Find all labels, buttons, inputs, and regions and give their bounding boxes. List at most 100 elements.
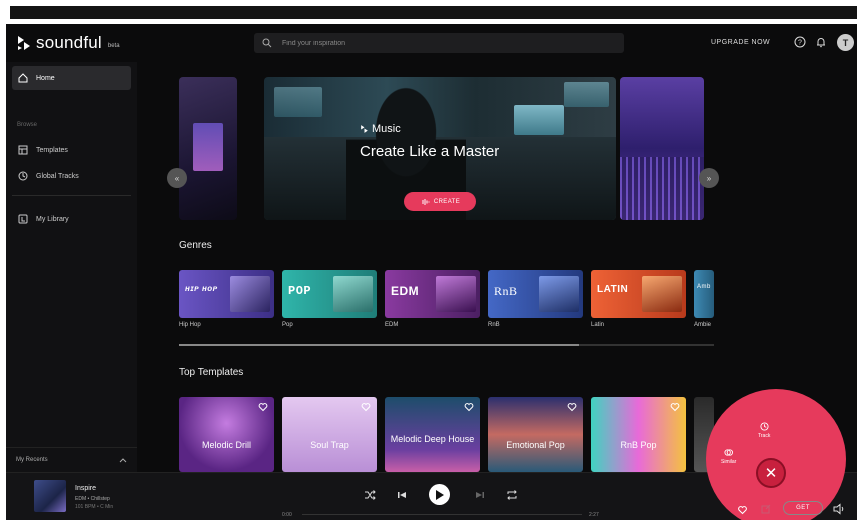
- genre-label: Hip Hop: [179, 322, 201, 328]
- genre-card-word: LATIN: [597, 284, 629, 295]
- search-icon: [262, 38, 272, 48]
- carousel-next-button[interactable]: »: [699, 168, 719, 188]
- hero-banner[interactable]: Music Create Like a Master CREATE: [264, 77, 616, 220]
- template-label: Soul Trap: [310, 440, 349, 450]
- notification-bell-icon[interactable]: [815, 36, 827, 48]
- template-label: Melodic Deep House: [390, 434, 475, 444]
- upgrade-now-button[interactable]: UPGRADE NOW: [711, 39, 770, 46]
- genre-card-pop[interactable]: POP: [282, 270, 377, 318]
- template-card-soul-trap[interactable]: Soul Trap: [282, 397, 377, 472]
- volume-icon[interactable]: [833, 503, 845, 515]
- get-button[interactable]: GET: [783, 501, 823, 515]
- heart-icon[interactable]: [670, 402, 680, 412]
- global-icon: [18, 171, 28, 181]
- app-header: soundful beta UPGRADE NOW ? T: [6, 24, 857, 62]
- create-similar-label: Similar: [721, 459, 737, 465]
- template-card-melodic-deep-house[interactable]: Melodic Deep House: [385, 397, 480, 472]
- genre-card-word: POP: [288, 284, 312, 298]
- heart-icon[interactable]: [464, 402, 474, 412]
- my-recents-toggle[interactable]: My Recents: [6, 447, 137, 472]
- browser-top-strip: [10, 6, 857, 19]
- hero-monitor: [564, 82, 609, 107]
- create-button[interactable]: CREATE: [404, 192, 476, 211]
- my-recents-label: My Recents: [16, 457, 48, 463]
- genres-heading: Genres: [179, 240, 212, 251]
- waveform-icon: [422, 198, 430, 205]
- create-button-label: CREATE: [433, 198, 461, 205]
- browse-heading: Browse: [17, 122, 38, 128]
- create-track-label: Track: [758, 433, 771, 439]
- search-bar[interactable]: [254, 33, 624, 53]
- previous-track-icon[interactable]: [396, 489, 408, 501]
- template-card-melodic-drill[interactable]: Melodic Drill: [179, 397, 274, 472]
- play-button[interactable]: [429, 484, 450, 505]
- genre-card-art: [642, 276, 682, 312]
- search-input[interactable]: [282, 39, 582, 47]
- soundful-logo-icon: [18, 36, 30, 50]
- track-icon: [760, 422, 769, 431]
- carousel-prev-button[interactable]: «: [167, 168, 187, 188]
- sidebar-item-global-tracks[interactable]: Global Tracks: [12, 164, 131, 188]
- chevron-left-icon: «: [174, 173, 180, 183]
- genre-card-word: RnB: [494, 284, 518, 298]
- edit-icon[interactable]: [761, 504, 771, 514]
- album-art[interactable]: [34, 480, 66, 512]
- carousel-slide-next[interactable]: [620, 77, 704, 220]
- track-meta: 101 BPM • C Min: [75, 504, 114, 510]
- scrollbar-thumb[interactable]: [179, 344, 579, 346]
- genre-label: RnB: [488, 322, 500, 328]
- help-icon[interactable]: ?: [794, 36, 806, 48]
- track-genre: EDM • Chillstep: [75, 496, 110, 502]
- close-menu-button[interactable]: ✕: [756, 458, 786, 488]
- next-track-icon[interactable]: [474, 489, 486, 501]
- genre-card-ambient[interactable]: Amb: [694, 270, 714, 318]
- hero-monitor: [274, 87, 322, 117]
- genre-card-art: [539, 276, 579, 312]
- genre-label: Latin: [591, 322, 605, 328]
- progress-bar[interactable]: [302, 514, 582, 515]
- track-title[interactable]: Inspire: [75, 485, 96, 492]
- sidebar-item-label: Global Tracks: [36, 172, 79, 180]
- genre-card-art: [333, 276, 373, 312]
- slide-artwork: [620, 157, 704, 220]
- genre-card-edm[interactable]: EDM: [385, 270, 480, 318]
- sidebar-item-home[interactable]: Home: [12, 66, 131, 90]
- sidebar-divider: [12, 195, 131, 196]
- template-label: RnB Pop: [620, 440, 657, 450]
- create-similar-option[interactable]: Similar: [721, 448, 736, 465]
- template-label: Melodic Drill: [201, 440, 251, 450]
- sidebar-item-templates[interactable]: Templates: [12, 138, 131, 162]
- slide-artwork: [193, 123, 223, 171]
- library-icon: [18, 214, 28, 224]
- templates-icon: [18, 145, 28, 155]
- genre-card-latin[interactable]: LATIN: [591, 270, 686, 318]
- heart-icon[interactable]: [258, 402, 268, 412]
- carousel-slide-previous[interactable]: [179, 77, 237, 220]
- logo-text: soundful: [36, 33, 102, 52]
- template-card-rnb-pop[interactable]: RnB Pop: [591, 397, 686, 472]
- hero-brand: Music: [360, 123, 401, 135]
- logo[interactable]: soundful beta: [16, 33, 120, 53]
- genre-card-hip-hop[interactable]: ʜɪᴘ ʜᴏᴘ: [179, 270, 274, 318]
- heart-icon[interactable]: [737, 505, 748, 515]
- sidebar-item-label: Home: [36, 74, 55, 82]
- heart-icon[interactable]: [567, 402, 577, 412]
- sidebar-item-label: Templates: [36, 146, 68, 154]
- play-icon: [436, 489, 444, 500]
- genre-label: Ambie: [694, 322, 712, 328]
- user-avatar[interactable]: T: [837, 34, 854, 51]
- beta-badge: beta: [107, 42, 120, 49]
- repeat-icon[interactable]: [506, 489, 518, 501]
- hero-title: Create Like a Master: [360, 143, 500, 160]
- shuffle-icon[interactable]: [364, 489, 376, 501]
- heart-icon[interactable]: [361, 402, 371, 412]
- template-card-emotional-pop[interactable]: Emotional Pop: [488, 397, 583, 472]
- genre-card-rnb[interactable]: RnB: [488, 270, 583, 318]
- genres-scrollbar[interactable]: [179, 344, 714, 346]
- sidebar-item-my-library[interactable]: My Library: [12, 207, 131, 231]
- soundful-logo-icon: [361, 125, 368, 133]
- genre-card-art: [436, 276, 476, 312]
- time-elapsed: 0:00: [282, 512, 292, 518]
- template-label: Emotional Pop: [506, 440, 565, 450]
- create-track-option[interactable]: Track: [758, 422, 770, 439]
